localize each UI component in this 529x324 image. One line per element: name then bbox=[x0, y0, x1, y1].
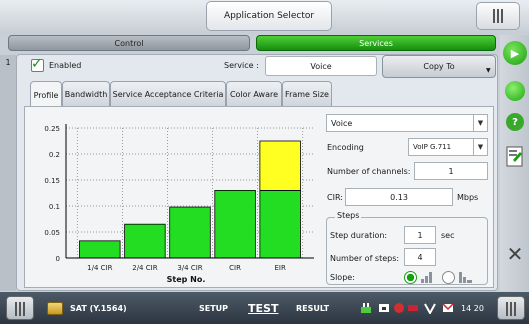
slope-ramp-radio[interactable] bbox=[404, 271, 417, 284]
subtab-bandwidth[interactable]: Bandwidth bbox=[62, 81, 110, 106]
application-icon[interactable] bbox=[47, 302, 63, 315]
copy-to-label: Copy To bbox=[423, 62, 455, 71]
signal-icon bbox=[424, 303, 436, 314]
ethernet-icon bbox=[379, 304, 389, 312]
help-button[interactable]: ? bbox=[506, 113, 524, 131]
y-tick-label: 0.15 bbox=[44, 177, 60, 185]
subtab-color-aware-label: Color Aware bbox=[229, 89, 279, 99]
report-button[interactable] bbox=[505, 146, 525, 168]
subtab-frame-size[interactable]: Frame Size bbox=[282, 81, 332, 106]
subtab-profile[interactable]: Profile bbox=[30, 81, 62, 108]
subtab-sac-label: Service Acceptance Criteria bbox=[112, 89, 224, 99]
grip-icon bbox=[15, 302, 25, 316]
x-tick-label: CIR bbox=[229, 264, 241, 272]
steps-title: Steps bbox=[335, 211, 362, 220]
slope-step-radio[interactable] bbox=[442, 271, 455, 284]
cir-label: CIR: bbox=[327, 193, 343, 202]
encoding-label: Encoding bbox=[327, 143, 364, 152]
tab-services[interactable]: Services bbox=[256, 35, 496, 51]
subtab-profile-label: Profile bbox=[33, 90, 59, 100]
chart-bar bbox=[259, 140, 301, 191]
chart-bar bbox=[169, 206, 211, 259]
subtab-service-acceptance-criteria[interactable]: Service Acceptance Criteria bbox=[110, 81, 226, 106]
step-duration-value: 1 bbox=[417, 230, 423, 240]
encoding-dropdown[interactable]: VoIP G.711 ▼ bbox=[408, 138, 488, 156]
bottom-right-grip[interactable] bbox=[497, 296, 525, 320]
service-number: 1 bbox=[5, 58, 11, 67]
clock: 14 20 bbox=[461, 304, 484, 313]
status-led bbox=[505, 81, 525, 101]
slope-label: Slope: bbox=[330, 273, 355, 282]
service-label: Service : bbox=[224, 61, 259, 70]
y-tick-label: 0.25 bbox=[44, 125, 60, 133]
top-grip-handle[interactable] bbox=[476, 2, 520, 30]
step-duration-field[interactable]: 1 bbox=[404, 226, 436, 244]
transfer-icon bbox=[408, 305, 418, 311]
y-tick-label: 0.05 bbox=[44, 229, 60, 237]
grip-icon bbox=[506, 302, 516, 316]
y-tick-label: 0.2 bbox=[49, 151, 60, 159]
run-button[interactable]: ▶ bbox=[503, 41, 527, 65]
profile-chart: 0 0.05 0.1 0.15 0.2 0.25 1/4 CIR 2/4 CIR 3/4 CIR… bbox=[44, 124, 314, 284]
channels-value: 1 bbox=[448, 166, 454, 176]
profile-value: Voice bbox=[331, 118, 353, 128]
application-selector-label: Application Selector bbox=[223, 11, 315, 21]
dropdown-arrow-icon: ▼ bbox=[473, 115, 487, 131]
cir-value: 0.13 bbox=[390, 192, 408, 202]
channels-label: Number of channels: bbox=[327, 167, 411, 176]
num-steps-value: 4 bbox=[417, 252, 423, 262]
num-steps-field[interactable]: 4 bbox=[404, 248, 436, 266]
x-tick-label: EIR bbox=[275, 264, 286, 272]
ramp-slope-icon bbox=[421, 272, 432, 283]
close-icon[interactable]: ✕ bbox=[505, 244, 525, 264]
mail-icon bbox=[442, 303, 454, 312]
y-tick-label: 0.1 bbox=[49, 203, 60, 211]
checkmark-icon: ✓ bbox=[31, 56, 43, 72]
chart-bar bbox=[124, 223, 166, 259]
encoding-value: VoIP G.711 bbox=[413, 143, 452, 151]
step-slope-icon bbox=[459, 272, 472, 283]
setup-button[interactable]: SETUP bbox=[199, 304, 228, 313]
x-tick-label: 1/4 CIR bbox=[87, 264, 112, 272]
subtab-bandwidth-label: Bandwidth bbox=[64, 89, 108, 99]
service-index-strip bbox=[0, 55, 16, 291]
chart-bar bbox=[259, 190, 301, 259]
subtab-frame-size-label: Frame Size bbox=[285, 89, 329, 99]
cir-unit: Mbps bbox=[457, 193, 479, 202]
chart-bar bbox=[79, 240, 121, 259]
subtab-color-aware[interactable]: Color Aware bbox=[226, 81, 282, 106]
channels-field[interactable]: 1 bbox=[414, 162, 488, 180]
num-steps-label: Number of steps: bbox=[330, 254, 400, 263]
x-tick-label: 3/4 CIR bbox=[177, 264, 202, 272]
play-icon: ▶ bbox=[510, 46, 520, 60]
application-name: SAT (Y.1564) bbox=[70, 304, 127, 313]
service-name-value: Voice bbox=[310, 61, 332, 71]
copy-to-button[interactable]: Copy To bbox=[382, 55, 496, 78]
question-icon: ? bbox=[512, 116, 518, 128]
step-duration-unit: sec bbox=[441, 231, 455, 240]
network-status-icon bbox=[394, 303, 404, 313]
application-selector-button[interactable]: Application Selector bbox=[206, 1, 332, 31]
tab-control[interactable]: Control bbox=[8, 35, 250, 51]
dropdown-arrow-icon: ▼ bbox=[473, 139, 487, 155]
enabled-label: Enabled bbox=[49, 61, 82, 70]
grip-icon bbox=[493, 9, 503, 23]
profile-dropdown[interactable]: Voice ▼ bbox=[326, 114, 488, 132]
x-axis-title: Step No. bbox=[167, 275, 206, 284]
tab-services-label: Services bbox=[359, 38, 393, 48]
test-button[interactable]: TEST bbox=[248, 302, 278, 315]
x-tick-label: 2/4 CIR bbox=[132, 264, 157, 272]
bottom-left-grip[interactable] bbox=[6, 296, 34, 320]
cir-field[interactable]: 0.13 bbox=[345, 188, 453, 206]
service-name-field[interactable]: Voice bbox=[265, 56, 377, 76]
tab-control-label: Control bbox=[114, 38, 144, 48]
y-tick-label: 0 bbox=[56, 255, 60, 263]
step-duration-label: Step duration: bbox=[330, 231, 388, 240]
chart-bar bbox=[214, 190, 256, 259]
dropdown-arrow-icon: ▼ bbox=[486, 67, 491, 74]
power-plug-icon bbox=[361, 303, 371, 313]
result-button[interactable]: RESULT bbox=[296, 304, 329, 313]
